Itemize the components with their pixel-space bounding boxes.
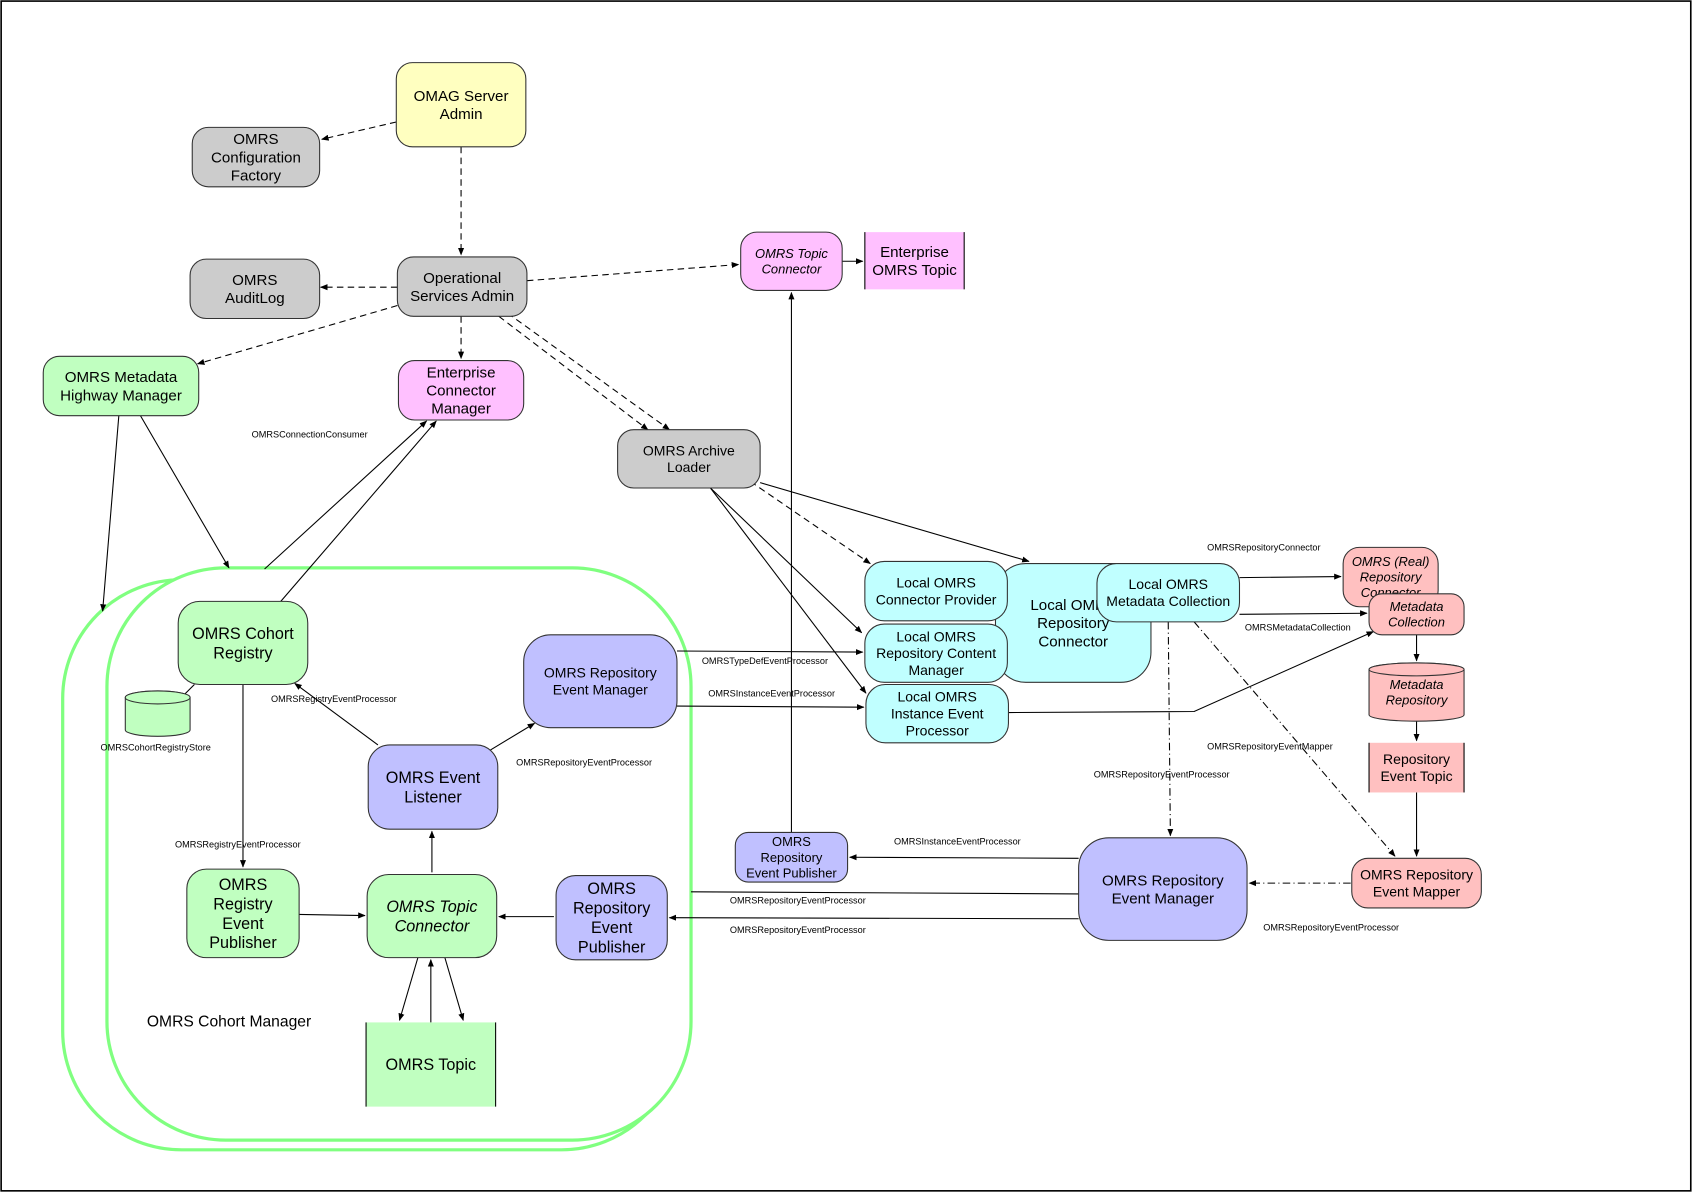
edge-label-repository-event-processor-4: OMRSRepositoryEventProcessor — [1094, 769, 1230, 779]
omrs-registry-event-publisher[interactable]: OMRS Registry Event Publisher — [186, 868, 300, 959]
node-label: OMRS Topic Connector — [755, 246, 828, 277]
edge-label-typedef-event-processor: OMRSTypeDefEventProcessor — [702, 656, 828, 666]
node-label: OMRS Repository Event Manager — [1102, 872, 1224, 907]
edge-label-repository-connector: OMRSRepositoryConnector — [1207, 543, 1320, 553]
node-label: Enterprise Connector Manager — [426, 364, 496, 417]
node-label: OMRS Repository Event Manager — [544, 665, 657, 698]
local-omrs-connector-provider[interactable]: Local OMRS Connector Provider — [864, 560, 1008, 622]
omrs-metadata-highway-manager[interactable]: OMRS Metadata Highway Manager — [42, 355, 200, 417]
edge-label-repository-event-processor-1: OMRSRepositoryEventProcessor — [516, 757, 652, 767]
node-label: OMRS AuditLog — [225, 272, 285, 307]
omrs-topic-connector-enterprise[interactable]: OMRS Topic Connector — [740, 231, 843, 291]
repository-event-topic[interactable]: Repository Event Topic — [1368, 742, 1465, 793]
cohort-manager-label: OMRS Cohort Manager — [147, 1014, 311, 1031]
operational-services-admin[interactable]: Operational Services Admin — [396, 256, 528, 317]
edge-label-repository-event-mapper: OMRSRepositoryEventMapper — [1207, 741, 1333, 751]
omrs-architecture-diagram: OMRS Cohort Manager OMAG Server Admin OMRS… — [0, 0, 1692, 1192]
edge-label-instance-event-processor-1: OMRSInstanceEventProcessor — [708, 688, 835, 698]
metadata-repository[interactable]: Metadata Repository — [1368, 662, 1465, 722]
node-label: OMRS (Real) Repository Connector — [1352, 554, 1430, 600]
node-shape — [177, 600, 309, 686]
edge-label-repository-event-processor-2: OMRSRepositoryEventProcessor — [730, 896, 866, 906]
cylinder-top — [1368, 662, 1465, 677]
edge-label-registry-event-processor-1: OMRSRegistryEventProcessor — [271, 694, 397, 704]
node-shape — [366, 873, 498, 959]
metadata-collection[interactable]: Metadata Collection — [1368, 593, 1465, 636]
omrs-event-listener[interactable]: OMRS Event Listener — [367, 744, 499, 830]
edge-label-connection-consumer: OMRSConnectionConsumer — [252, 429, 368, 439]
omrs-repository-event-publisher-cohort[interactable]: OMRS Repository Event Publisher — [555, 875, 668, 961]
node-label: Metadata Collection — [1388, 599, 1445, 630]
omrs-repository-event-manager-cohort[interactable]: OMRS Repository Event Manager — [523, 634, 678, 729]
node-label: OMRS Topic — [386, 1056, 477, 1074]
edge-label-instance-event-processor-2: OMRSInstanceEventProcessor — [894, 836, 1021, 846]
node-label: OMRS Metadata Highway Manager — [60, 369, 182, 404]
omrs-repository-event-manager-local[interactable]: OMRS Repository Event Manager — [1078, 837, 1248, 941]
local-omrs-repository-content-manager[interactable]: Local OMRS Repository Content Manager — [864, 623, 1008, 683]
cylinder-top — [124, 690, 191, 705]
node-label: Enterprise OMRS Topic — [872, 244, 957, 279]
omrs-repository-event-mapper[interactable]: OMRS Repository Event Mapper — [1351, 857, 1482, 909]
omrs-cohort-registry-store[interactable] — [124, 690, 191, 737]
enterprise-omrs-topic[interactable]: Enterprise OMRS Topic — [864, 232, 965, 290]
node-label: OMRS Repository Event Mapper — [1360, 867, 1473, 900]
omrs-topic-connector-cohort[interactable]: OMRS Topic Connector — [366, 873, 498, 959]
local-omrs-instance-event-processor[interactable]: Local OMRS Instance Event Processor — [865, 683, 1009, 744]
omrs-cohort-registry[interactable]: OMRS Cohort Registry — [177, 600, 309, 686]
omag-server-admin[interactable]: OMAG Server Admin — [395, 62, 527, 148]
node-label: Operational Services Admin — [410, 270, 514, 305]
edge-label-registry-event-processor-2: OMRSRegistryEventProcessor — [175, 840, 301, 850]
omrs-configuration-factory[interactable]: OMRS Configuration Factory — [191, 126, 321, 188]
omrs-repository-event-publisher-local[interactable]: OMRS Repository Event Publisher — [734, 831, 849, 883]
omrs-auditlog[interactable]: OMRS AuditLog — [189, 258, 321, 320]
node-label: Metadata Repository — [1386, 677, 1449, 708]
edge-label-repository-event-processor-5: OMRSRepositoryEventProcessor — [1263, 923, 1399, 933]
enterprise-connector-manager[interactable]: Enterprise Connector Manager — [397, 360, 525, 421]
local-omrs-metadata-collection[interactable]: Local OMRS Metadata Collection — [1096, 563, 1241, 623]
edge-label-metadata-collection-label: OMRSMetadataCollection — [1245, 623, 1351, 633]
node-shape — [367, 744, 499, 830]
omrs-topic[interactable]: OMRS Topic — [365, 1022, 497, 1107]
node-label: OMRS Topic Connector — [386, 898, 477, 935]
node-label: Repository Event Topic — [1380, 751, 1452, 784]
edge-label-repository-event-processor-3: OMRSRepositoryEventProcessor — [730, 925, 866, 935]
omrs-archive-loader[interactable]: OMRS Archive Loader — [617, 429, 761, 489]
edge-label-cohort-registry-store: OMRSCohortRegistryStore — [100, 742, 210, 752]
